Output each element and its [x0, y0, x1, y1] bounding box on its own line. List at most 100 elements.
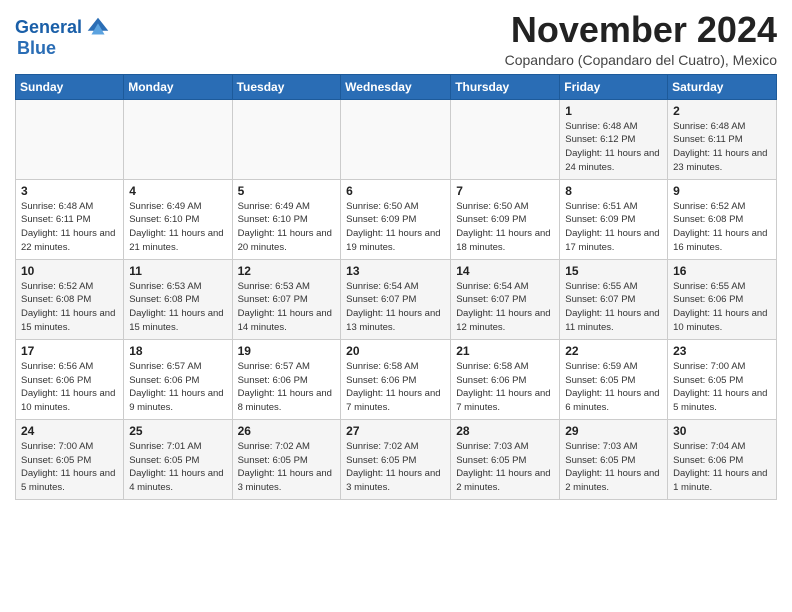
day-number: 12: [238, 264, 336, 278]
calendar-cell: [341, 99, 451, 179]
week-row-1: 1Sunrise: 6:48 AMSunset: 6:12 PMDaylight…: [16, 99, 777, 179]
day-info: Sunrise: 7:02 AMSunset: 6:05 PMDaylight:…: [346, 440, 445, 495]
day-info: Sunrise: 6:56 AMSunset: 6:06 PMDaylight:…: [21, 360, 118, 415]
calendar-cell: 16Sunrise: 6:55 AMSunset: 6:06 PMDayligh…: [668, 259, 777, 339]
calendar-cell: 9Sunrise: 6:52 AMSunset: 6:08 PMDaylight…: [668, 179, 777, 259]
calendar-cell: 5Sunrise: 6:49 AMSunset: 6:10 PMDaylight…: [232, 179, 341, 259]
calendar-cell: 18 Sunrise: 6:57 AMSunset: 6:06 PMDayligh…: [124, 339, 232, 419]
week-row-3: 10 Sunrise: 6:52 AMSunset: 6:08 PMDayligh…: [16, 259, 777, 339]
day-number: 1: [565, 104, 662, 118]
calendar-cell: 20Sunrise: 6:58 AMSunset: 6:06 PMDayligh…: [341, 339, 451, 419]
day-number: 7: [456, 184, 554, 198]
day-number: 5: [238, 184, 336, 198]
title-block: November 2024 Copandaro (Copandaro del C…: [505, 10, 777, 68]
calendar-cell: 24 Sunrise: 7:00 AMSunset: 6:05 PMDayligh…: [16, 419, 124, 499]
day-header-monday: Monday: [124, 74, 232, 99]
day-number: 29: [565, 424, 662, 438]
day-number: 27: [346, 424, 445, 438]
day-header-tuesday: Tuesday: [232, 74, 341, 99]
day-info: Sunrise: 7:04 AMSunset: 6:06 PMDaylight:…: [673, 440, 771, 495]
day-info: Sunrise: 6:54 AMSunset: 6:07 PMDaylight:…: [346, 280, 445, 335]
calendar-cell: 2 Sunrise: 6:48 AMSunset: 6:11 PMDaylight…: [668, 99, 777, 179]
day-info: Sunrise: 7:01 AMSunset: 6:05 PMDaylight:…: [129, 440, 226, 495]
calendar-cell: 25Sunrise: 7:01 AMSunset: 6:05 PMDayligh…: [124, 419, 232, 499]
header: General Blue November 2024 Copandaro (Co…: [15, 10, 777, 68]
day-info: Sunrise: 6:57 AMSunset: 6:06 PMDaylight:…: [238, 360, 336, 415]
day-number: 10: [21, 264, 118, 278]
day-info: Sunrise: 6:50 AMSunset: 6:09 PMDaylight:…: [346, 200, 445, 255]
day-number: 3: [21, 184, 118, 198]
calendar-cell: 17 Sunrise: 6:56 AMSunset: 6:06 PMDayligh…: [16, 339, 124, 419]
calendar-cell: 23 Sunrise: 7:00 AMSunset: 6:05 PMDayligh…: [668, 339, 777, 419]
day-info: Sunrise: 6:58 AMSunset: 6:06 PMDaylight:…: [346, 360, 445, 415]
calendar-cell: [451, 99, 560, 179]
day-number: 2: [673, 104, 771, 118]
day-info: Sunrise: 7:00 AMSunset: 6:05 PMDaylight:…: [21, 440, 118, 495]
calendar-cell: [124, 99, 232, 179]
day-number: 4: [129, 184, 226, 198]
calendar-cell: 14Sunrise: 6:54 AMSunset: 6:07 PMDayligh…: [451, 259, 560, 339]
day-header-thursday: Thursday: [451, 74, 560, 99]
calendar-cell: 15 Sunrise: 6:55 AMSunset: 6:07 PMDayligh…: [560, 259, 668, 339]
calendar-cell: 30Sunrise: 7:04 AMSunset: 6:06 PMDayligh…: [668, 419, 777, 499]
calendar-cell: 27 Sunrise: 7:02 AMSunset: 6:05 PMDayligh…: [341, 419, 451, 499]
logo-text: General: [15, 18, 82, 38]
calendar-cell: 6 Sunrise: 6:50 AMSunset: 6:09 PMDaylight…: [341, 179, 451, 259]
logo-icon: [84, 14, 112, 42]
day-header-saturday: Saturday: [668, 74, 777, 99]
calendar: SundayMondayTuesdayWednesdayThursdayFrid…: [15, 74, 777, 500]
day-info: Sunrise: 6:55 AMSunset: 6:07 PMDaylight:…: [565, 280, 662, 335]
day-info: Sunrise: 6:59 AMSunset: 6:05 PMDaylight:…: [565, 360, 662, 415]
week-row-5: 24 Sunrise: 7:00 AMSunset: 6:05 PMDayligh…: [16, 419, 777, 499]
day-number: 6: [346, 184, 445, 198]
calendar-cell: 3 Sunrise: 6:48 AMSunset: 6:11 PMDaylight…: [16, 179, 124, 259]
day-info: Sunrise: 7:02 AMSunset: 6:05 PMDaylight:…: [238, 440, 336, 495]
week-row-2: 3 Sunrise: 6:48 AMSunset: 6:11 PMDaylight…: [16, 179, 777, 259]
day-number: 23: [673, 344, 771, 358]
calendar-cell: 7 Sunrise: 6:50 AMSunset: 6:09 PMDaylight…: [451, 179, 560, 259]
calendar-cell: 13 Sunrise: 6:54 AMSunset: 6:07 PMDayligh…: [341, 259, 451, 339]
calendar-cell: 1Sunrise: 6:48 AMSunset: 6:12 PMDaylight…: [560, 99, 668, 179]
day-number: 28: [456, 424, 554, 438]
day-info: Sunrise: 6:52 AMSunset: 6:08 PMDaylight:…: [673, 200, 771, 255]
calendar-cell: 8Sunrise: 6:51 AMSunset: 6:09 PMDaylight…: [560, 179, 668, 259]
day-number: 21: [456, 344, 554, 358]
calendar-cell: 11 Sunrise: 6:53 AMSunset: 6:08 PMDayligh…: [124, 259, 232, 339]
day-number: 22: [565, 344, 662, 358]
logo: General Blue: [15, 14, 112, 59]
day-info: Sunrise: 6:50 AMSunset: 6:09 PMDaylight:…: [456, 200, 554, 255]
day-header-sunday: Sunday: [16, 74, 124, 99]
day-number: 11: [129, 264, 226, 278]
calendar-header-row: SundayMondayTuesdayWednesdayThursdayFrid…: [16, 74, 777, 99]
day-number: 13: [346, 264, 445, 278]
subtitle: Copandaro (Copandaro del Cuatro), Mexico: [505, 52, 777, 68]
day-info: Sunrise: 6:57 AMSunset: 6:06 PMDaylight:…: [129, 360, 226, 415]
day-number: 19: [238, 344, 336, 358]
day-info: Sunrise: 6:48 AMSunset: 6:11 PMDaylight:…: [21, 200, 118, 255]
day-info: Sunrise: 6:51 AMSunset: 6:09 PMDaylight:…: [565, 200, 662, 255]
calendar-cell: [16, 99, 124, 179]
calendar-cell: 19 Sunrise: 6:57 AMSunset: 6:06 PMDayligh…: [232, 339, 341, 419]
calendar-cell: 4 Sunrise: 6:49 AMSunset: 6:10 PMDaylight…: [124, 179, 232, 259]
day-number: 14: [456, 264, 554, 278]
day-info: Sunrise: 7:03 AMSunset: 6:05 PMDaylight:…: [565, 440, 662, 495]
day-info: Sunrise: 6:48 AMSunset: 6:11 PMDaylight:…: [673, 120, 771, 175]
day-number: 17: [21, 344, 118, 358]
day-number: 24: [21, 424, 118, 438]
month-title: November 2024: [505, 10, 777, 50]
day-header-wednesday: Wednesday: [341, 74, 451, 99]
page: General Blue November 2024 Copandaro (Co…: [0, 0, 792, 515]
day-info: Sunrise: 7:03 AMSunset: 6:05 PMDaylight:…: [456, 440, 554, 495]
week-row-4: 17 Sunrise: 6:56 AMSunset: 6:06 PMDayligh…: [16, 339, 777, 419]
day-info: Sunrise: 6:53 AMSunset: 6:07 PMDaylight:…: [238, 280, 336, 335]
day-info: Sunrise: 6:53 AMSunset: 6:08 PMDaylight:…: [129, 280, 226, 335]
calendar-cell: 10 Sunrise: 6:52 AMSunset: 6:08 PMDayligh…: [16, 259, 124, 339]
day-info: Sunrise: 6:49 AMSunset: 6:10 PMDaylight:…: [129, 200, 226, 255]
calendar-cell: 29 Sunrise: 7:03 AMSunset: 6:05 PMDayligh…: [560, 419, 668, 499]
day-number: 18: [129, 344, 226, 358]
day-info: Sunrise: 6:55 AMSunset: 6:06 PMDaylight:…: [673, 280, 771, 335]
day-info: Sunrise: 7:00 AMSunset: 6:05 PMDaylight:…: [673, 360, 771, 415]
day-number: 15: [565, 264, 662, 278]
calendar-cell: 12 Sunrise: 6:53 AMSunset: 6:07 PMDayligh…: [232, 259, 341, 339]
day-info: Sunrise: 6:52 AMSunset: 6:08 PMDaylight:…: [21, 280, 118, 335]
